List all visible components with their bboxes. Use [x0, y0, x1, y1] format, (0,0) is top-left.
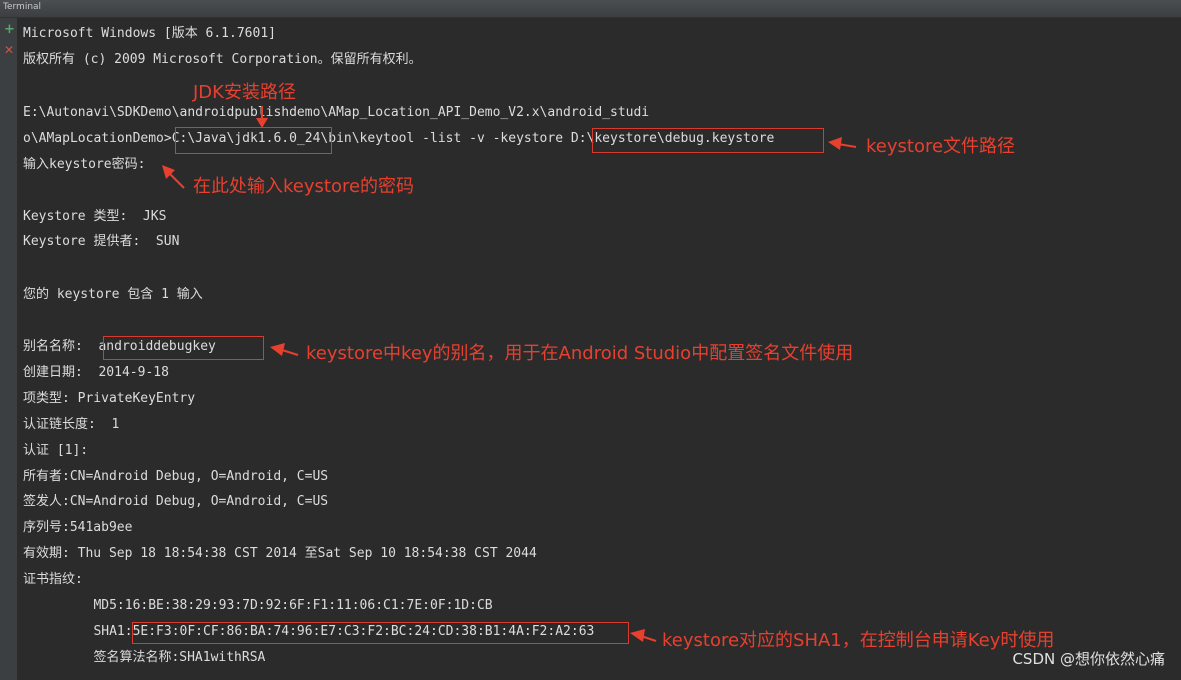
terminal-line: 签名算法名称:SHA1withRSA	[23, 650, 266, 665]
terminal-line: 创建日期: 2014-9-18	[23, 365, 169, 380]
terminal-line: 证书指纹:	[23, 572, 83, 587]
terminal-side-toolbar: + ✕	[0, 18, 17, 680]
annotation-jdk-path: JDK安装路径	[193, 82, 296, 103]
terminal-line: 所有者:CN=Android Debug, O=Android, C=US	[23, 469, 329, 484]
annotation-password: 在此处输入keystore的密码	[193, 176, 415, 197]
terminal-line: 输入keystore密码:	[23, 157, 146, 172]
terminal-line: Keystore 提供者: SUN	[23, 234, 180, 249]
annotation-alias: keystore中key的别名，用于在Android Studio中配置签名文件…	[306, 343, 854, 364]
terminal-line: E:\Autonavi\SDKDemo\androidpublishdemo\A…	[23, 105, 650, 120]
terminal-line: 序列号:541ab9ee	[23, 520, 133, 535]
terminal-line: 认证链长度: 1	[23, 417, 120, 432]
terminal-line: Microsoft Windows [版本 6.1.7601]	[23, 26, 276, 41]
terminal-line: SHA1:5E:F3:0F:CF:86:BA:74:96:E7:C3:F2:BC…	[23, 624, 595, 639]
terminal-line: 别名名称: androiddebugkey	[23, 339, 216, 354]
terminal-line: 版权所有 (c) 2009 Microsoft Corporation。保留所有…	[23, 52, 422, 67]
terminal-line: 签发人:CN=Android Debug, O=Android, C=US	[23, 494, 329, 509]
window-title: Terminal	[3, 2, 42, 12]
csdn-watermark: CSDN @想你依然心痛	[1012, 650, 1165, 668]
terminal-titlebar: Terminal	[0, 0, 1181, 18]
annotation-sha1: keystore对应的SHA1，在控制台申请Key时使用	[662, 630, 1055, 651]
terminal-line: MD5:16:BE:38:29:93:7D:92:6F:F1:11:06:C1:…	[23, 598, 493, 613]
terminal-line: 有效期: Thu Sep 18 18:54:38 CST 2014 至Sat S…	[23, 546, 537, 561]
annotation-keystore-path: keystore文件路径	[866, 136, 1016, 157]
terminal-line: Keystore 类型: JKS	[23, 209, 167, 224]
close-icon[interactable]: ✕	[4, 44, 14, 56]
terminal-line: 项类型: PrivateKeyEntry	[23, 391, 196, 406]
terminal-line: 您的 keystore 包含 1 输入	[23, 287, 203, 302]
terminal-line: 认证 [1]:	[23, 443, 89, 458]
plus-icon[interactable]: +	[4, 23, 15, 36]
terminal-line: o\AMapLocationDemo>C:\Java\jdk1.6.0_24\b…	[23, 131, 775, 146]
